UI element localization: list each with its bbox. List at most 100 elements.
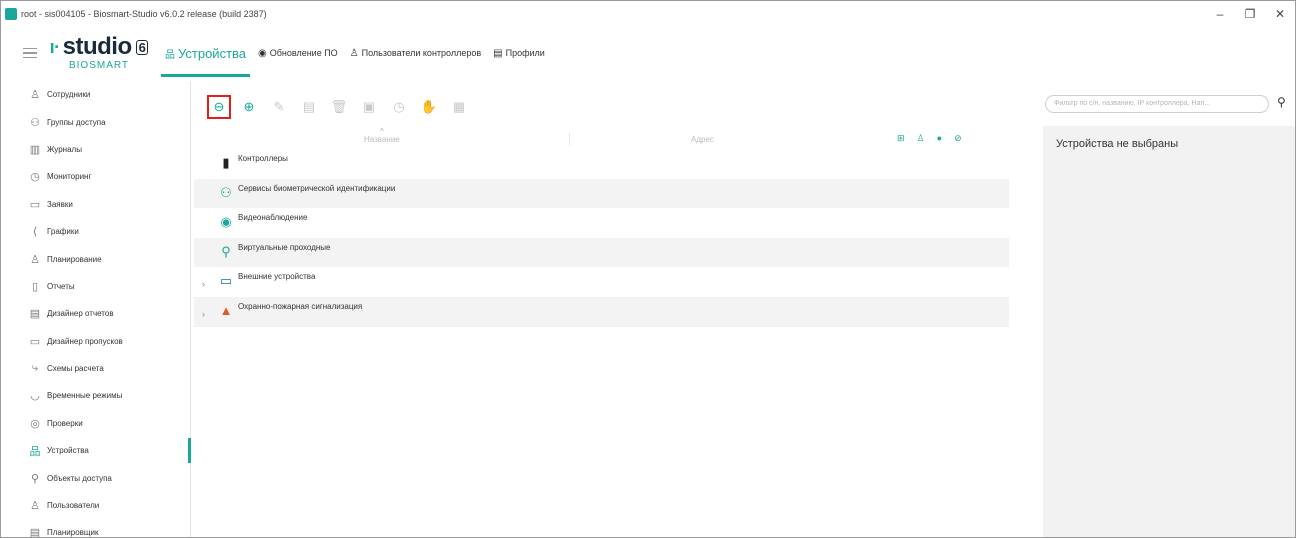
sidebar-item-label: Планирование bbox=[47, 254, 102, 264]
tree-row[interactable]: ⚲ Виртуальные проходные bbox=[194, 237, 1009, 268]
column-user-icon[interactable]: ♙ bbox=[917, 133, 925, 144]
requests-icon: ▭ bbox=[29, 198, 41, 211]
edit-button[interactable]: ✎ bbox=[269, 97, 289, 117]
app-icon bbox=[5, 8, 17, 20]
column-icons: ⊞ ♙ ● ⊘ bbox=[897, 133, 962, 144]
tree-row[interactable]: ◉ Видеонаблюдение bbox=[194, 208, 1009, 238]
sidebar-item-10[interactable]: ⤷ Схемы расчета bbox=[1, 355, 190, 382]
tree-row-label: Виртуальные проходные bbox=[238, 242, 331, 252]
sidebar-item-label: Мониторинг bbox=[47, 172, 92, 182]
grid-button[interactable]: ▦ bbox=[449, 97, 469, 117]
expand-chevron-icon[interactable]: › bbox=[202, 309, 205, 319]
menu-icon[interactable] bbox=[23, 47, 37, 59]
column-divider bbox=[569, 133, 570, 145]
sidebar-item-label: Проверки bbox=[47, 418, 83, 428]
schedule-icon: ⟨ bbox=[32, 226, 38, 239]
sidebar-item-6[interactable]: ♙ Планирование bbox=[1, 245, 190, 272]
search-icon[interactable]: ⚲ bbox=[1277, 95, 1286, 109]
sidebar-item-label: Дизайнер пропусков bbox=[47, 336, 123, 346]
sidebar-item-label: Сотрудники bbox=[47, 90, 91, 100]
window-title: root - sis004105 - Biosmart-Studio v6.0.… bbox=[21, 9, 267, 19]
sidebar-item-4[interactable]: ▭ Заявки bbox=[1, 191, 190, 218]
user-icon: ♙ bbox=[349, 47, 359, 59]
sidebar-item-9[interactable]: ▭ Дизайнер пропусков bbox=[1, 328, 190, 355]
external-device-icon: ▭ bbox=[219, 273, 233, 289]
sidebar-item-label: Группы доступа bbox=[47, 117, 106, 127]
profile-icon: ▤ bbox=[493, 47, 503, 59]
scheduler-icon: ▤ bbox=[29, 527, 41, 538]
users-icon: ♙ bbox=[30, 500, 40, 513]
maximize-button[interactable]: ❐ bbox=[1235, 1, 1265, 27]
sidebar-item-5[interactable]: ⟨ Графики bbox=[1, 218, 190, 245]
tree-row-label: Внешние устройства bbox=[238, 272, 316, 282]
column-door-icon[interactable]: ⊞ bbox=[897, 133, 905, 144]
sidebar-item-7[interactable]: ▯ Отчеты bbox=[1, 273, 190, 300]
checks-icon: ◎ bbox=[30, 417, 40, 430]
sidebar-item-label: Заявки bbox=[47, 199, 73, 209]
sidebar-item-11[interactable]: ◡ Временные режимы bbox=[1, 382, 190, 409]
person-icon: ♙ bbox=[30, 89, 40, 102]
user-card-button[interactable]: ▣ bbox=[359, 97, 379, 117]
sidebar-item-0[interactable]: ♙ Сотрудники bbox=[1, 81, 190, 108]
filter-input[interactable]: Фильтр по с/н, названию, IP контроллера,… bbox=[1045, 95, 1269, 113]
close-button[interactable]: ✕ bbox=[1265, 1, 1295, 27]
delete-button[interactable]: 🗑 bbox=[329, 97, 349, 117]
tree-row-label: Контроллеры bbox=[238, 154, 288, 163]
tab-2[interactable]: ♙ Пользователи контроллеров bbox=[346, 27, 485, 79]
fire-alarm-icon: ▲ bbox=[219, 303, 233, 319]
add-button[interactable]: ⊕ bbox=[239, 97, 259, 117]
sidebar-item-label: Пользователи bbox=[47, 501, 100, 511]
title-bar: root - sis004105 - Biosmart-Studio v6.0.… bbox=[1, 1, 1295, 27]
sidebar-item-2[interactable]: ▥ Журналы bbox=[1, 136, 190, 163]
sidebar: ♙ Сотрудники ⚇ Группы доступа ▥ Журналы ◷ Монит… bbox=[1, 81, 191, 538]
sidebar-item-12[interactable]: ◎ Проверки bbox=[1, 410, 190, 437]
hand-button[interactable]: ✋ bbox=[419, 97, 439, 117]
copy-button[interactable]: ▤ bbox=[299, 97, 319, 117]
planning-icon: ♙ bbox=[30, 253, 40, 266]
sidebar-item-13[interactable]: 品 Устройства bbox=[1, 437, 191, 464]
monitoring-icon: ◷ bbox=[30, 171, 40, 184]
sidebar-item-label: Планировщик bbox=[47, 528, 99, 538]
history-button[interactable]: ◷ bbox=[389, 97, 409, 117]
sidebar-item-label: Схемы расчета bbox=[47, 364, 104, 374]
sidebar-item-16[interactable]: ▤ Планировщик bbox=[1, 519, 190, 538]
tree-row[interactable]: ⚇ Сервисы биометрической идентификации bbox=[194, 178, 1009, 209]
sidebar-item-3[interactable]: ◷ Мониторинг bbox=[1, 163, 190, 190]
toolbar: ⊖ ⊕ ✎ ▤ 🗑 ▣ ◷ ✋ ▦ bbox=[207, 94, 479, 120]
tree-row[interactable]: ▮ Контроллеры bbox=[194, 149, 1009, 179]
group-icon: ⚇ bbox=[30, 116, 40, 129]
sidebar-item-1[interactable]: ⚇ Группы доступа bbox=[1, 108, 190, 135]
tab-3[interactable]: ▤ Профили bbox=[489, 27, 549, 79]
column-address[interactable]: Адрес bbox=[691, 135, 714, 144]
calc-scheme-icon: ⤷ bbox=[31, 362, 39, 375]
collapse-all-button[interactable]: ⊖ bbox=[207, 95, 231, 119]
tree-row[interactable]: › ▭ Внешние устройства bbox=[194, 267, 1009, 297]
logo: ı· studio 6 BIOSMART bbox=[50, 35, 149, 71]
expand-chevron-icon[interactable]: › bbox=[202, 279, 205, 289]
tab-label: Пользователи контроллеров bbox=[361, 48, 482, 58]
tab-label: Обновление ПО bbox=[269, 48, 338, 58]
minimize-button[interactable]: – bbox=[1205, 1, 1235, 27]
tree-row[interactable]: › ▲ Охранно-пожарная сигнализация bbox=[194, 296, 1009, 327]
table-header: ^ Название Адрес ⊞ ♙ ● ⊘ bbox=[194, 127, 1009, 151]
tab-1[interactable]: ◉ Обновление ПО bbox=[254, 27, 342, 79]
tree-row-label: Сервисы биометрической идентификации bbox=[238, 183, 396, 193]
tab-label: Профили bbox=[505, 48, 545, 58]
sidebar-item-15[interactable]: ♙ Пользователи bbox=[1, 492, 190, 519]
top-nav: 品 Устройства ◉ Обновление ПО ♙ Пользователи к… bbox=[161, 27, 553, 79]
access-objects-icon: ⚲ bbox=[30, 472, 40, 485]
sidebar-item-14[interactable]: ⚲ Объекты доступа bbox=[1, 464, 190, 491]
tab-0[interactable]: 品 Устройства bbox=[161, 27, 251, 79]
column-status-icon[interactable]: ● bbox=[937, 133, 942, 144]
window-controls: – ❐ ✕ bbox=[1205, 1, 1295, 27]
tree-row-label: Охранно-пожарная сигнализация bbox=[238, 301, 363, 311]
tab-label: Устройства bbox=[178, 45, 247, 61]
time-mode-icon: ◡ bbox=[30, 390, 40, 403]
sidebar-item-8[interactable]: ▤ Дизайнер отчетов bbox=[1, 300, 190, 327]
controller-icon: ▮ bbox=[222, 155, 230, 170]
column-check-icon[interactable]: ⊘ bbox=[954, 133, 962, 144]
column-name[interactable]: Название bbox=[364, 135, 400, 144]
devices-icon: 品 bbox=[165, 49, 175, 61]
details-panel: Устройства не выбраны bbox=[1043, 126, 1295, 537]
journal-icon: ▥ bbox=[29, 143, 41, 156]
